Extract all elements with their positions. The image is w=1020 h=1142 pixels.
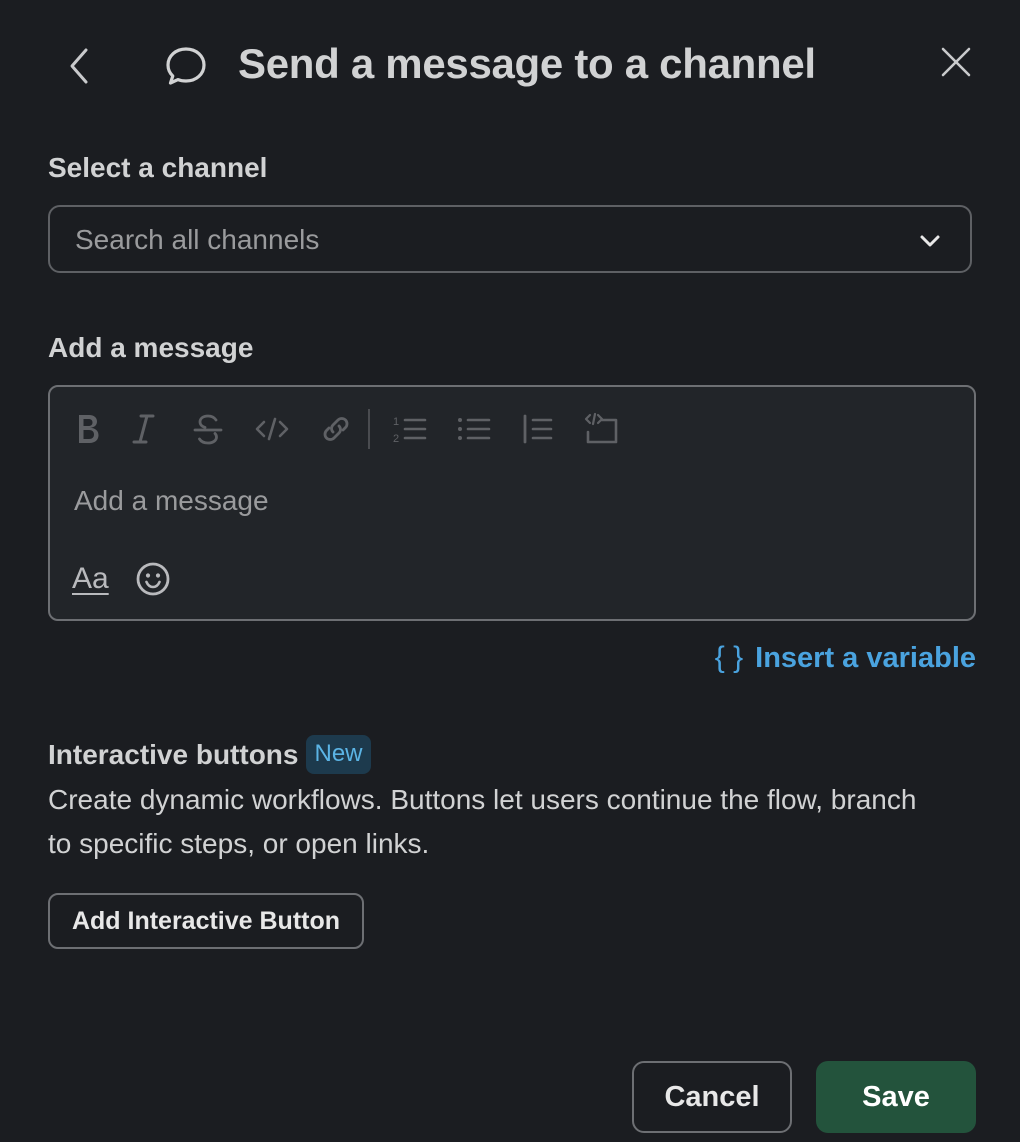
interactive-buttons-heading: Interactive buttons New bbox=[48, 735, 371, 774]
close-button[interactable] bbox=[934, 40, 978, 84]
italic-button[interactable] bbox=[112, 407, 176, 451]
channel-search-placeholder: Search all channels bbox=[75, 224, 320, 255]
bulleted-list-button[interactable] bbox=[442, 407, 506, 451]
strikethrough-icon bbox=[193, 414, 223, 445]
svg-text:2: 2 bbox=[393, 433, 399, 445]
close-icon bbox=[941, 47, 971, 77]
editor-bottom-tools: Aa bbox=[72, 559, 173, 599]
bold-icon bbox=[79, 415, 99, 443]
dialog-title: Send a message to a channel bbox=[238, 40, 816, 87]
italic-icon bbox=[132, 414, 155, 444]
blockquote-icon bbox=[523, 414, 553, 444]
ordered-list-button[interactable]: 1 2 bbox=[378, 407, 442, 451]
message-placeholder: Add a message bbox=[74, 485, 269, 516]
interactive-buttons-title: Interactive buttons bbox=[48, 738, 299, 770]
strikethrough-button[interactable] bbox=[176, 407, 240, 451]
braces-icon: { } bbox=[714, 641, 744, 674]
back-button[interactable] bbox=[60, 44, 100, 88]
chevron-left-icon bbox=[70, 48, 88, 84]
code-icon bbox=[255, 417, 289, 441]
bold-button[interactable] bbox=[74, 407, 112, 451]
formatting-toolbar: 1 2 bbox=[74, 407, 634, 451]
add-interactive-button[interactable]: Add Interactive Button bbox=[48, 893, 364, 949]
insert-variable-label: Insert a variable bbox=[755, 641, 976, 674]
dialog-header: Send a message to a channel bbox=[0, 0, 1020, 134]
code-button[interactable] bbox=[240, 407, 304, 451]
toolbar-divider bbox=[368, 409, 370, 449]
link-button[interactable] bbox=[304, 407, 368, 451]
interactive-buttons-description: Create dynamic workflows. Buttons let us… bbox=[48, 784, 917, 859]
message-editor[interactable]: 1 2 Add a message Aa bbox=[48, 385, 976, 621]
emoji-icon bbox=[136, 562, 170, 596]
add-message-label: Add a message bbox=[48, 332, 254, 363]
new-badge: New bbox=[306, 735, 371, 774]
save-button[interactable]: Save bbox=[816, 1061, 976, 1133]
cancel-button[interactable]: Cancel bbox=[632, 1061, 792, 1133]
workflow-step-dialog: Send a message to a channel Select a cha… bbox=[0, 0, 1020, 1142]
select-channel-label: Select a channel bbox=[48, 152, 268, 183]
message-bubble-icon bbox=[164, 44, 208, 88]
channel-select[interactable]: Search all channels bbox=[48, 205, 972, 273]
code-block-icon bbox=[584, 412, 618, 444]
chevron-down-icon bbox=[920, 235, 940, 247]
insert-variable-link[interactable]: { } Insert a variable bbox=[715, 641, 976, 675]
link-icon bbox=[323, 417, 349, 441]
svg-text:1: 1 bbox=[393, 416, 399, 428]
ordered-list-icon: 1 2 bbox=[393, 416, 427, 445]
bulleted-list-icon bbox=[458, 418, 491, 440]
blockquote-button[interactable] bbox=[506, 407, 570, 451]
emoji-button[interactable] bbox=[133, 559, 173, 599]
code-block-button[interactable] bbox=[570, 407, 634, 451]
format-text-button[interactable]: Aa bbox=[72, 562, 109, 596]
